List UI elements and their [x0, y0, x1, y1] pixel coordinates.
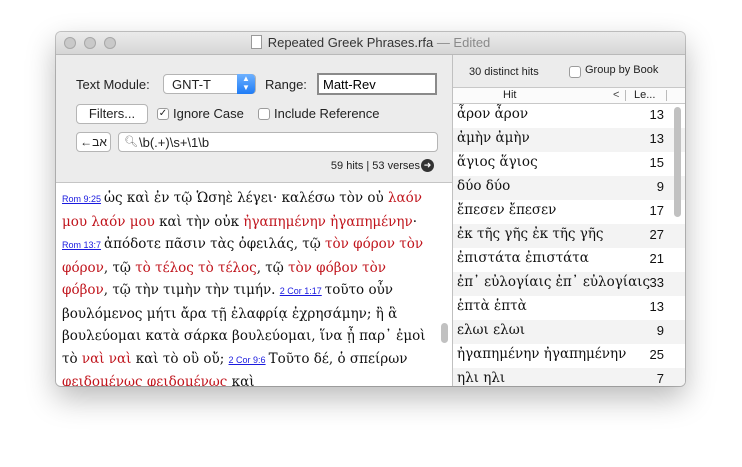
- group-by-book-checkbox[interactable]: [569, 66, 581, 78]
- verse-text-segment: καὶ: [227, 374, 255, 386]
- next-hit-arrow-icon[interactable]: ➜: [421, 159, 434, 172]
- column-separator[interactable]: [625, 90, 626, 101]
- hit-row[interactable]: ελωι ελωι 9: [453, 320, 685, 344]
- hit-row[interactable]: ἐπιστάτα ἐπιστάτα 21: [453, 248, 685, 272]
- ignore-case-label: Ignore Case: [173, 106, 244, 121]
- verse-reference-link[interactable]: 2 Cor 1:17: [280, 286, 322, 296]
- verse-text-segment: Τοῦτο δέ, ὁ σπείρων: [268, 350, 408, 367]
- length-column-header[interactable]: Le...: [634, 89, 655, 101]
- verse-text-pane[interactable]: Rom 9:25 ὡς καὶ ἐν τῷ Ὡσηὲ λέγει· καλέσω …: [56, 182, 452, 386]
- hits-table-header: Hit < Le...: [453, 87, 685, 104]
- verse-text-segment: , τῷ: [256, 259, 289, 276]
- include-reference-label: Include Reference: [274, 106, 380, 121]
- hit-length: 13: [649, 131, 664, 146]
- highlighted-hit: ναὶ ναὶ: [81, 350, 132, 367]
- verse-text-segment: , τῷ τὴν τιμὴν τὴν τιμήν.: [103, 282, 276, 298]
- verse-text-segment: ·: [412, 213, 417, 230]
- hit-length: 13: [649, 107, 664, 122]
- hit-text: ἠγαπημένην ἠγαπημένην: [457, 346, 627, 362]
- window-title: Repeated Greek Phrases.rfa — Edited: [56, 35, 685, 50]
- hit-text: ἐκ τῆς γῆς ἐκ τῆς γῆς: [457, 226, 604, 242]
- highlighted-hit: τὸ τέλος τὸ τέλος: [135, 259, 257, 276]
- hit-text: ἅγιος ἅγιος: [457, 154, 538, 170]
- filters-button[interactable]: Filters...: [76, 104, 148, 124]
- hit-length: 13: [649, 299, 664, 314]
- hit-row[interactable]: ἐκ τῆς γῆς ἐκ τῆς γῆς 27: [453, 224, 685, 248]
- hit-text: ηλι ηλι: [457, 370, 506, 386]
- hit-text: ἀμὴν ἀμὴν: [457, 130, 530, 146]
- hit-text: ἔπεσεν ἔπεσεν: [457, 202, 557, 218]
- hit-row[interactable]: ἔπεσεν ἔπεσεν 17: [453, 200, 685, 224]
- window-filename: Repeated Greek Phrases.rfa: [267, 35, 434, 50]
- include-reference-checkbox[interactable]: [258, 108, 270, 120]
- hit-text: ἐπ᾽ εὐλογίαις ἐπ᾽ εὐλογίαις: [457, 274, 651, 290]
- text-module-label: Text Module:: [76, 77, 150, 92]
- hit-text: ελωι ελωι: [457, 322, 525, 338]
- hits-table-scrollbar[interactable]: [674, 107, 681, 217]
- title-bar[interactable]: Repeated Greek Phrases.rfa — Edited: [56, 32, 685, 55]
- hit-length: 33: [649, 275, 664, 290]
- hit-row[interactable]: δύο δύο 9: [453, 176, 685, 200]
- sort-chevron-icon[interactable]: <: [613, 89, 619, 101]
- hit-length: 9: [656, 179, 664, 194]
- search-icon: 🔍︎: [124, 136, 138, 148]
- hit-length: 17: [649, 203, 664, 218]
- verse-reference-link[interactable]: Rom 9:25: [62, 194, 101, 204]
- hit-length: 7: [656, 371, 664, 386]
- hit-row[interactable]: ἀμὴν ἀμὴν 13: [453, 128, 685, 152]
- highlighted-hit: φειδομένως φειδομένως: [62, 374, 228, 386]
- verse-text-segment: ἀπόδοτε πᾶσιν τὰς ὀφειλάς, τῷ: [104, 236, 326, 252]
- ignore-case-checkbox[interactable]: ✓: [157, 108, 169, 120]
- hit-row[interactable]: ἑπτὰ ἑπτὰ 13: [453, 296, 685, 320]
- popup-arrows-icon: ▲ ▼: [237, 74, 255, 94]
- column-separator[interactable]: [666, 90, 667, 101]
- text-pane-scrollbar[interactable]: [441, 323, 448, 343]
- hit-length: 21: [649, 251, 664, 266]
- hit-text: ἐπιστάτα ἐπιστάτα: [457, 250, 589, 266]
- range-label: Range:: [265, 77, 307, 92]
- verse-reference-link[interactable]: 2 Cor 9:6: [229, 355, 266, 365]
- document-icon: [250, 35, 262, 49]
- hit-row[interactable]: ἅγιος ἅγιος 15: [453, 152, 685, 176]
- text-direction-button[interactable]: ←אב: [76, 132, 111, 152]
- hits-table[interactable]: ἆρον ἆρον 13 ἀμὴν ἀμὴν 13 ἅγιος ἅγιος 15 δύο δ…: [453, 104, 685, 386]
- hit-column-header[interactable]: Hit: [503, 89, 516, 101]
- hits-summary: 59 hits | 53 verses: [330, 160, 420, 172]
- verse-text-segment: καὶ τὸ οὒ οὔ;: [131, 350, 225, 367]
- hits-panel: 30 distinct hits Group by Book Hit < Le.…: [453, 55, 685, 386]
- hit-text: ἑπτὰ ἑπτὰ: [457, 298, 527, 314]
- range-input[interactable]: [317, 73, 437, 95]
- verse-text: Rom 9:25 ὡς καὶ ἐν τῷ Ὡσηὲ λέγει· καλέσω …: [62, 187, 434, 386]
- group-by-book-label: Group by Book: [585, 64, 659, 76]
- hit-length: 9: [656, 323, 664, 338]
- text-module-value: GNT-T: [172, 77, 211, 92]
- hit-row[interactable]: ἐπ᾽ εὐλογίαις ἐπ᾽ εὐλογίαις 33: [453, 272, 685, 296]
- hit-length: 27: [649, 227, 664, 242]
- search-field[interactable]: 🔍︎ \b(.+)\s+\1\b: [118, 132, 438, 152]
- hit-row[interactable]: ἠγαπημένην ἠγαπημένην 25: [453, 344, 685, 368]
- edited-indicator: — Edited: [436, 35, 491, 50]
- hit-text: ἆρον ἆρον: [457, 106, 529, 122]
- hit-row[interactable]: ἆρον ἆρον 13: [453, 104, 685, 128]
- app-window: Repeated Greek Phrases.rfa — Edited Text…: [56, 32, 685, 386]
- verse-text-segment: , τῷ: [103, 259, 136, 276]
- search-query: \b(.+)\s+\1\b: [139, 135, 210, 150]
- hit-text: δύο δύο: [457, 178, 511, 194]
- verse-reference-link[interactable]: Rom 13:7: [62, 240, 101, 250]
- verse-text-segment: καὶ τὴν οὐκ: [154, 213, 244, 230]
- hit-length: 25: [649, 347, 664, 362]
- hit-row[interactable]: ηλι ηλι 7: [453, 368, 685, 386]
- verse-text-segment: ὡς καὶ ἐν τῷ Ὡσηὲ λέγει· καλέσω τὸν οὐ: [104, 190, 388, 206]
- search-pane: Text Module: GNT-T ▲▼ Range: Filters... …: [56, 55, 452, 386]
- distinct-hits-count: 30 distinct hits: [469, 66, 539, 78]
- hit-length: 15: [649, 155, 664, 170]
- text-module-popup[interactable]: GNT-T ▲ ▼: [163, 74, 256, 94]
- highlighted-hit: ἠγαπημένην ἠγαπημένην: [243, 213, 413, 230]
